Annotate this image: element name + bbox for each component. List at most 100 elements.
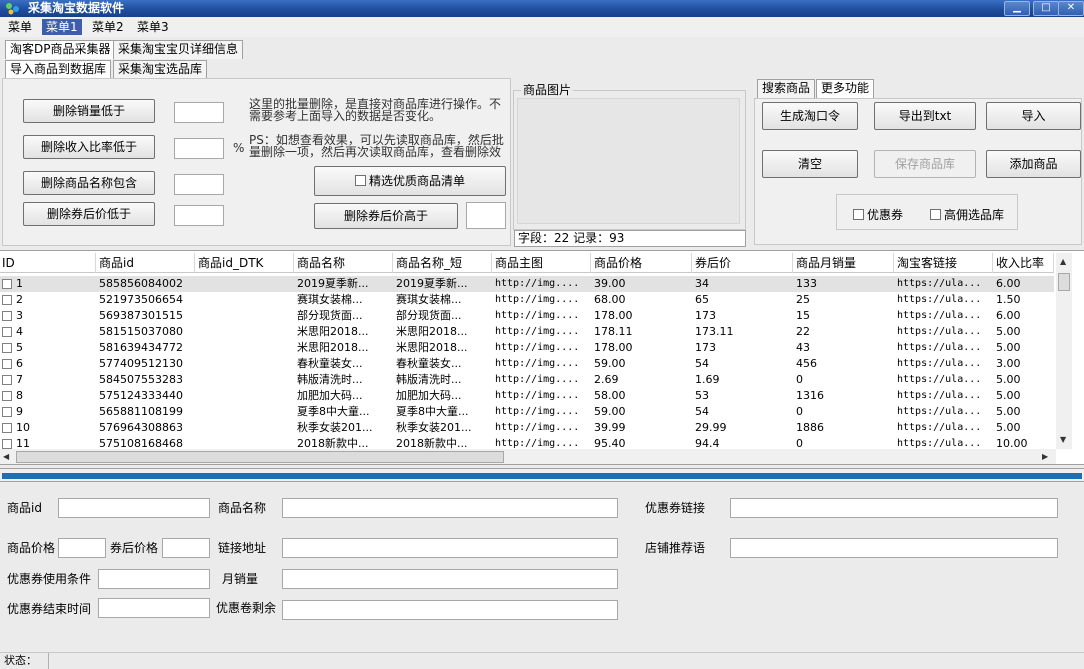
menu-item-1[interactable]: 菜单1 <box>42 19 82 35</box>
close-button[interactable]: ✕ <box>1058 1 1084 16</box>
high-commission-checkbox-item[interactable]: 高佣选品库 <box>930 206 1004 223</box>
cell-product-name-short: 加肥加大码... <box>396 389 462 402</box>
row-checkbox[interactable] <box>2 279 12 289</box>
coupon-checkbox[interactable] <box>853 209 864 220</box>
grid-vertical-scroll-thumb[interactable] <box>1058 273 1070 291</box>
col-header-coupon-price[interactable]: 券后价 <box>693 253 793 273</box>
menu-item-0[interactable]: 菜单 <box>4 19 36 35</box>
import-button[interactable]: 导入 <box>986 102 1081 130</box>
row-checkbox[interactable] <box>2 439 12 449</box>
table-row[interactable]: 2 521973506654 赛琪女装棉... 赛琪女装棉... http://img.… <box>0 292 1054 308</box>
col-header-monthly-sales[interactable]: 商品月销量 <box>794 253 894 273</box>
scroll-right-icon[interactable]: ▶ <box>1042 452 1048 461</box>
tab-search-products[interactable]: 搜索商品 <box>757 79 816 98</box>
shop-recommend-field[interactable] <box>730 538 1058 558</box>
col-header-id[interactable]: ID <box>0 253 96 273</box>
table-row[interactable]: 1 585856084002 2019夏季新... 2019夏季新... http://… <box>0 276 1054 292</box>
cell-income-ratio: 5.00 <box>996 389 1021 402</box>
col-header-product-name-short[interactable]: 商品名称_短 <box>394 253 492 273</box>
col-header-product-id[interactable]: 商品id <box>97 253 195 273</box>
generate-token-button[interactable]: 生成淘口令 <box>762 102 858 130</box>
cell-taoke-link: https://ula... <box>897 278 982 289</box>
delete-name-contains-button[interactable]: 删除商品名称包含 <box>23 171 155 195</box>
cell-id: 7 <box>16 373 23 386</box>
row-checkbox[interactable] <box>2 359 12 369</box>
quality-list-checkbox[interactable] <box>354 175 366 186</box>
col-header-main-image[interactable]: 商品主图 <box>493 253 591 273</box>
maximize-button[interactable]: □ <box>1033 1 1059 16</box>
coupon-end-time-field[interactable] <box>98 598 210 618</box>
table-row[interactable]: 5 581639434772 米思阳2018... 米思阳2018... http://… <box>0 340 1054 356</box>
coupon-price-field[interactable] <box>162 538 210 558</box>
col-header-income-ratio[interactable]: 收入比率 <box>994 253 1054 273</box>
grid-vertical-scrollbar[interactable]: ▲ ▼ <box>1056 253 1072 449</box>
table-row[interactable]: 4 581515037080 米思阳2018... 米思阳2018... http://… <box>0 324 1054 340</box>
coupon-price-below-input[interactable] <box>174 205 224 226</box>
tab-collect-selection-lib[interactable]: 采集淘宝选品库 <box>113 60 208 79</box>
monthly-sales-field[interactable] <box>282 569 618 589</box>
status-label: 状态： <box>4 654 37 667</box>
delete-coupon-price-above-button[interactable]: 删除券后价高于 <box>314 203 458 229</box>
product-price-field[interactable] <box>58 538 106 558</box>
col-header-taoke-link[interactable]: 淘宝客链接 <box>895 253 993 273</box>
row-checkbox[interactable] <box>2 311 12 321</box>
coupon-remaining-field[interactable] <box>282 600 618 620</box>
coupon-checkbox-item[interactable]: 优惠券 <box>853 206 903 223</box>
cell-coupon-price: 173.11 <box>695 325 734 338</box>
col-header-product-name[interactable]: 商品名称 <box>295 253 393 273</box>
row-checkbox[interactable] <box>2 391 12 401</box>
row-checkbox[interactable] <box>2 407 12 417</box>
table-row[interactable]: 10 576964308863 秋季女装201... 秋季女装201... http:/… <box>0 420 1054 436</box>
table-row[interactable]: 8 575124333440 加肥加大码... 加肥加大码... http://img.… <box>0 388 1054 404</box>
quality-list-checkbox-group[interactable]: 精选优质商品清单 <box>314 166 506 196</box>
scroll-up-icon[interactable]: ▲ <box>1060 257 1066 266</box>
product-image-group: 商品图片 <box>513 84 746 230</box>
coupon-condition-field[interactable] <box>98 569 210 589</box>
cell-main-image: http://img.... <box>495 342 580 353</box>
clear-button[interactable]: 清空 <box>762 150 858 178</box>
cell-main-image: http://img.... <box>495 374 580 385</box>
table-row[interactable]: 6 577409512130 春秋童装女... 春秋童装女... http://img.… <box>0 356 1054 372</box>
product-id-field[interactable] <box>58 498 210 518</box>
delete-coupon-price-below-button[interactable]: 删除券后价低于 <box>23 202 155 226</box>
col-header-product-id-dtk[interactable]: 商品id_DTK <box>196 253 294 273</box>
coupon-link-field[interactable] <box>730 498 1058 518</box>
income-ratio-below-input[interactable] <box>174 138 224 159</box>
link-url-field[interactable] <box>282 538 618 558</box>
col-header-price[interactable]: 商品价格 <box>592 253 692 273</box>
tab-import-to-db[interactable]: 导入商品到数据库 <box>5 60 112 79</box>
sales-below-input[interactable] <box>174 102 224 123</box>
minimize-button[interactable]: ▁ <box>1004 1 1030 16</box>
table-row[interactable]: 7 584507553283 韩版清洗时... 韩版清洗时... http://img.… <box>0 372 1054 388</box>
menu-item-3[interactable]: 菜单3 <box>133 19 173 35</box>
add-product-button[interactable]: 添加商品 <box>986 150 1081 178</box>
menu-item-2[interactable]: 菜单2 <box>88 19 128 35</box>
cell-main-image: http://img.... <box>495 278 580 289</box>
scroll-down-icon[interactable]: ▼ <box>1060 435 1066 444</box>
grid-horizontal-scroll-thumb[interactable] <box>16 451 504 463</box>
save-product-db-button[interactable]: 保存商品库 <box>874 150 976 178</box>
delete-income-ratio-below-button[interactable]: 删除收入比率低于 <box>23 135 155 159</box>
row-checkbox[interactable] <box>2 295 12 305</box>
row-checkbox[interactable] <box>2 327 12 337</box>
table-row[interactable]: 3 569387301515 部分现货面... 部分现货面... http://img.… <box>0 308 1054 324</box>
row-checkbox[interactable] <box>2 343 12 353</box>
row-checkbox[interactable] <box>2 423 12 433</box>
tab-more-functions[interactable]: 更多功能 <box>816 79 875 98</box>
product-name-field[interactable] <box>282 498 618 518</box>
cell-monthly-sales: 22 <box>796 325 810 338</box>
high-commission-checkbox[interactable] <box>930 209 941 220</box>
export-txt-button[interactable]: 导出到txt <box>874 102 976 130</box>
delete-sales-below-button[interactable]: 删除销量低于 <box>23 99 155 123</box>
product-grid[interactable]: ID 商品id 商品id_DTK 商品名称 商品名称_短 商品主图 商品价格 券… <box>0 250 1084 465</box>
cell-product-id: 521973506654 <box>99 293 183 306</box>
row-checkbox[interactable] <box>2 375 12 385</box>
scroll-left-icon[interactable]: ◀ <box>3 452 9 461</box>
name-contains-input[interactable] <box>174 174 224 195</box>
coupon-price-above-input[interactable] <box>466 202 506 229</box>
table-row[interactable]: 9 565881108199 夏季8中大童... 夏季8中大童... http://im… <box>0 404 1054 420</box>
tab-taoke-dp-collector[interactable]: 淘客DP商品采集器 <box>5 40 116 59</box>
tab-collect-item-detail[interactable]: 采集淘宝宝贝详细信息 <box>113 40 244 59</box>
splitter[interactable] <box>0 468 1084 482</box>
grid-horizontal-scrollbar[interactable]: ◀ ▶ <box>0 449 1056 464</box>
